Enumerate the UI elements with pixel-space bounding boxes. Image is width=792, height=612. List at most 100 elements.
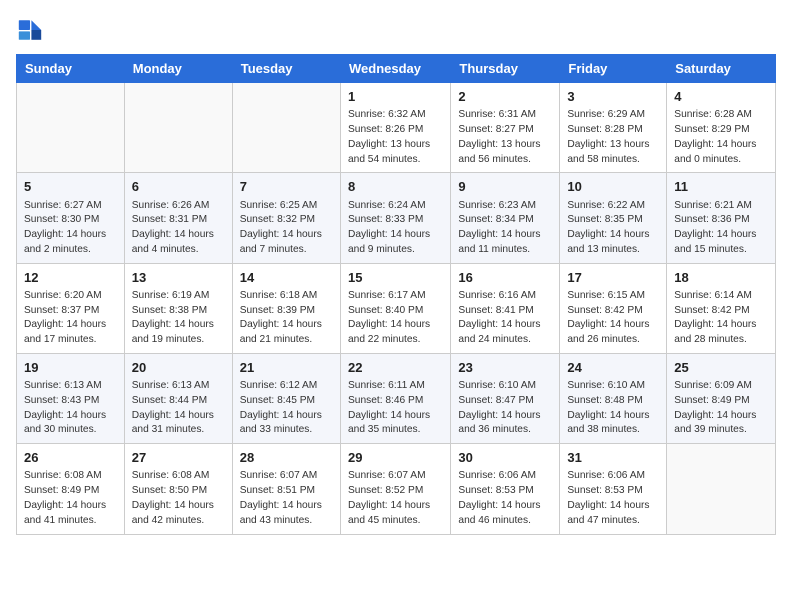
day-info: Sunrise: 6:31 AM Sunset: 8:27 PM Dayligh… [458, 108, 552, 167]
calendar-cell: 12 Sunrise: 6:20 AM Sunset: 8:37 PM Dayli… [17, 263, 125, 353]
day-info: Sunrise: 6:13 AM Sunset: 8:43 PM Dayligh… [24, 379, 117, 438]
calendar-week-row: 5 Sunrise: 6:27 AM Sunset: 8:30 PM Daylig… [17, 173, 776, 263]
day-number: 13 [132, 269, 225, 287]
calendar-cell: 17Sunrise: 6:15 AM Sunset: 8:42 PM Dayli… [560, 263, 667, 353]
day-info: Sunrise: 6:17 AM Sunset: 8:40 PM Dayligh… [348, 289, 443, 348]
day-info: Sunrise: 6:06 AM Sunset: 8:53 PM Dayligh… [458, 469, 552, 528]
day-number: 5 [24, 178, 117, 196]
calendar-cell: 27 Sunrise: 6:08 AM Sunset: 8:50 PM Dayli… [124, 444, 232, 534]
calendar-cell: 28Sunrise: 6:07 AM Sunset: 8:51 PM Dayli… [232, 444, 340, 534]
day-info: Sunrise: 6:22 AM Sunset: 8:35 PM Dayligh… [567, 199, 659, 258]
day-info: Sunrise: 6:21 AM Sunset: 8:36 PM Dayligh… [674, 199, 768, 258]
calendar-cell: 18Sunrise: 6:14 AM Sunset: 8:42 PM Dayli… [667, 263, 776, 353]
day-info: Sunrise: 6:13 AM Sunset: 8:44 PM Dayligh… [132, 379, 225, 438]
day-info: Sunrise: 6:20 AM Sunset: 8:37 PM Dayligh… [24, 289, 117, 348]
calendar-cell [667, 444, 776, 534]
calendar-cell [232, 83, 340, 173]
day-number: 7 [240, 178, 333, 196]
day-info: Sunrise: 6:08 AM Sunset: 8:49 PM Dayligh… [24, 469, 117, 528]
day-info: Sunrise: 6:32 AM Sunset: 8:26 PM Dayligh… [348, 108, 443, 167]
calendar-header-tuesday: Tuesday [232, 55, 340, 83]
day-number: 2 [458, 88, 552, 106]
calendar-cell: 3Sunrise: 6:29 AM Sunset: 8:28 PM Daylig… [560, 83, 667, 173]
day-info: Sunrise: 6:11 AM Sunset: 8:46 PM Dayligh… [348, 379, 443, 438]
calendar-week-row: 19 Sunrise: 6:13 AM Sunset: 8:43 PM Dayli… [17, 353, 776, 443]
logo [16, 16, 48, 44]
day-info: Sunrise: 6:27 AM Sunset: 8:30 PM Dayligh… [24, 199, 117, 258]
day-number: 10 [567, 178, 659, 196]
day-number: 26 [24, 449, 117, 467]
day-info: Sunrise: 6:24 AM Sunset: 8:33 PM Dayligh… [348, 199, 443, 258]
calendar-header-row: SundayMondayTuesdayWednesdayThursdayFrid… [17, 55, 776, 83]
calendar-header-saturday: Saturday [667, 55, 776, 83]
calendar-cell: 22 Sunrise: 6:11 AM Sunset: 8:46 PM Dayli… [340, 353, 450, 443]
day-number: 14 [240, 269, 333, 287]
day-number: 30 [458, 449, 552, 467]
calendar-cell: 26 Sunrise: 6:08 AM Sunset: 8:49 PM Dayli… [17, 444, 125, 534]
day-info: Sunrise: 6:16 AM Sunset: 8:41 PM Dayligh… [458, 289, 552, 348]
calendar-week-row: 26 Sunrise: 6:08 AM Sunset: 8:49 PM Dayli… [17, 444, 776, 534]
day-number: 12 [24, 269, 117, 287]
day-info: Sunrise: 6:10 AM Sunset: 8:47 PM Dayligh… [458, 379, 552, 438]
calendar-cell: 23 Sunrise: 6:10 AM Sunset: 8:47 PM Dayli… [451, 353, 560, 443]
calendar-cell: 7 Sunrise: 6:25 AM Sunset: 8:32 PM Daylig… [232, 173, 340, 263]
calendar-cell: 16Sunrise: 6:16 AM Sunset: 8:41 PM Dayli… [451, 263, 560, 353]
day-number: 9 [458, 178, 552, 196]
page-header [16, 16, 776, 44]
day-number: 25 [674, 359, 768, 377]
calendar-cell: 8 Sunrise: 6:24 AM Sunset: 8:33 PM Daylig… [340, 173, 450, 263]
day-info: Sunrise: 6:23 AM Sunset: 8:34 PM Dayligh… [458, 199, 552, 258]
calendar-cell [124, 83, 232, 173]
calendar-cell: 9 Sunrise: 6:23 AM Sunset: 8:34 PM Daylig… [451, 173, 560, 263]
day-info: Sunrise: 6:10 AM Sunset: 8:48 PM Dayligh… [567, 379, 659, 438]
day-number: 29 [348, 449, 443, 467]
calendar-cell: 20 Sunrise: 6:13 AM Sunset: 8:44 PM Dayli… [124, 353, 232, 443]
day-number: 15 [348, 269, 443, 287]
calendar-header-monday: Monday [124, 55, 232, 83]
day-number: 22 [348, 359, 443, 377]
calendar-cell [17, 83, 125, 173]
calendar-header-wednesday: Wednesday [340, 55, 450, 83]
day-info: Sunrise: 6:06 AM Sunset: 8:53 PM Dayligh… [567, 469, 659, 528]
calendar-cell: 5 Sunrise: 6:27 AM Sunset: 8:30 PM Daylig… [17, 173, 125, 263]
day-info: Sunrise: 6:07 AM Sunset: 8:52 PM Dayligh… [348, 469, 443, 528]
day-number: 21 [240, 359, 333, 377]
calendar-cell: 19 Sunrise: 6:13 AM Sunset: 8:43 PM Dayli… [17, 353, 125, 443]
day-number: 6 [132, 178, 225, 196]
day-info: Sunrise: 6:08 AM Sunset: 8:50 PM Dayligh… [132, 469, 225, 528]
calendar-cell: 29 Sunrise: 6:07 AM Sunset: 8:52 PM Dayli… [340, 444, 450, 534]
calendar-cell: 6 Sunrise: 6:26 AM Sunset: 8:31 PM Daylig… [124, 173, 232, 263]
day-number: 19 [24, 359, 117, 377]
day-number: 18 [674, 269, 768, 287]
day-info: Sunrise: 6:07 AM Sunset: 8:51 PM Dayligh… [240, 469, 333, 528]
calendar-cell: 24Sunrise: 6:10 AM Sunset: 8:48 PM Dayli… [560, 353, 667, 443]
calendar-cell: 2 Sunrise: 6:31 AM Sunset: 8:27 PM Daylig… [451, 83, 560, 173]
day-number: 4 [674, 88, 768, 106]
calendar-cell: 11 Sunrise: 6:21 AM Sunset: 8:36 PM Dayli… [667, 173, 776, 263]
calendar-cell: 21 Sunrise: 6:12 AM Sunset: 8:45 PM Dayli… [232, 353, 340, 443]
calendar-cell: 15 Sunrise: 6:17 AM Sunset: 8:40 PM Dayli… [340, 263, 450, 353]
day-number: 3 [567, 88, 659, 106]
calendar-cell: 1 Sunrise: 6:32 AM Sunset: 8:26 PM Daylig… [340, 83, 450, 173]
calendar-table: SundayMondayTuesdayWednesdayThursdayFrid… [16, 54, 776, 535]
logo-icon [16, 16, 44, 44]
calendar-header-sunday: Sunday [17, 55, 125, 83]
day-info: Sunrise: 6:18 AM Sunset: 8:39 PM Dayligh… [240, 289, 333, 348]
day-number: 20 [132, 359, 225, 377]
calendar-cell: 31 Sunrise: 6:06 AM Sunset: 8:53 PM Dayli… [560, 444, 667, 534]
day-number: 27 [132, 449, 225, 467]
day-info: Sunrise: 6:25 AM Sunset: 8:32 PM Dayligh… [240, 199, 333, 258]
day-info: Sunrise: 6:26 AM Sunset: 8:31 PM Dayligh… [132, 199, 225, 258]
day-number: 11 [674, 178, 768, 196]
day-number: 8 [348, 178, 443, 196]
calendar-cell: 13Sunrise: 6:19 AM Sunset: 8:38 PM Dayli… [124, 263, 232, 353]
calendar-week-row: 1 Sunrise: 6:32 AM Sunset: 8:26 PM Daylig… [17, 83, 776, 173]
day-number: 17 [567, 269, 659, 287]
day-number: 23 [458, 359, 552, 377]
calendar-header-thursday: Thursday [451, 55, 560, 83]
day-info: Sunrise: 6:12 AM Sunset: 8:45 PM Dayligh… [240, 379, 333, 438]
calendar-week-row: 12 Sunrise: 6:20 AM Sunset: 8:37 PM Dayli… [17, 263, 776, 353]
calendar-cell: 30 Sunrise: 6:06 AM Sunset: 8:53 PM Dayli… [451, 444, 560, 534]
day-number: 31 [567, 449, 659, 467]
day-number: 1 [348, 88, 443, 106]
